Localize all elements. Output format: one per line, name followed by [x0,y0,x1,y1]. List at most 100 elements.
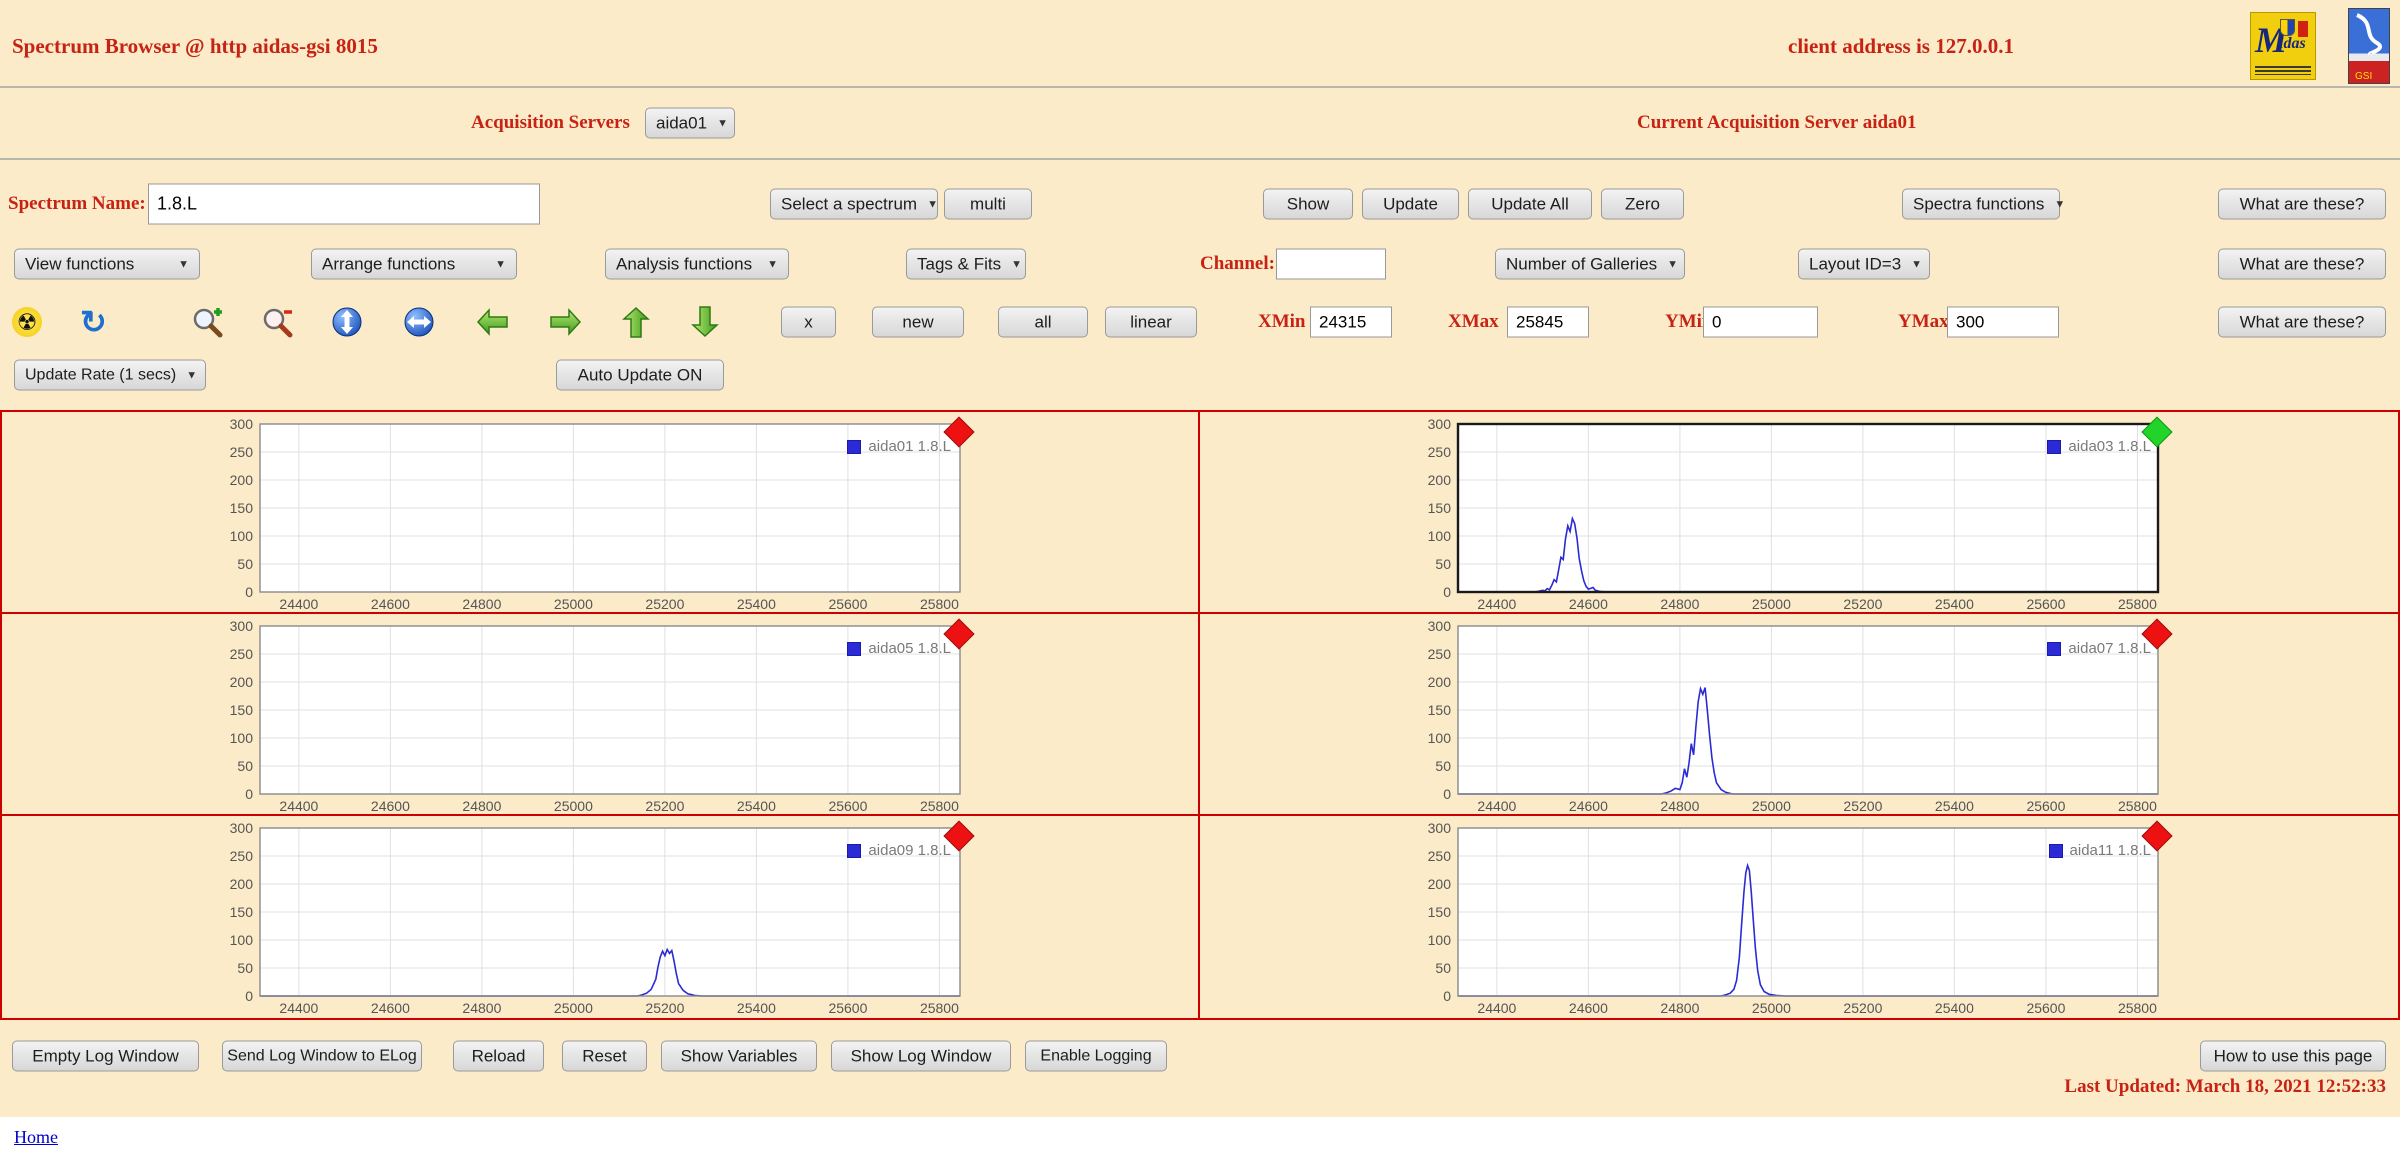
acquisition-server-select[interactable]: aida01 ▼ [645,107,735,139]
legend-swatch [847,439,862,454]
scroll-up-icon[interactable] [621,305,651,339]
divider [0,158,2400,160]
channel-label: Channel: [1200,253,1275,274]
home-link[interactable]: Home [14,1127,58,1148]
channel-input[interactable] [1276,248,1386,280]
svg-text:25400: 25400 [1935,596,1974,612]
svg-text:300: 300 [230,618,254,634]
tags-fits-dropdown[interactable]: Tags & Fits ▼ [906,248,1026,280]
layout-id-dropdown[interactable]: Layout ID=3 ▼ [1798,248,1930,280]
all-button[interactable]: all [998,306,1088,338]
plot-legend: aida07 1.8.L [2047,640,2151,657]
chevron-down-icon: ▼ [717,117,728,129]
reset-button[interactable]: Reset [562,1040,647,1072]
svg-text:0: 0 [1443,988,1451,1004]
spectrum-row: Spectrum Name: Select a spectrum ▼ multi… [0,180,2400,228]
x-button[interactable]: x [781,306,836,338]
bottom-strip: Home [0,1117,2400,1160]
svg-text:150: 150 [230,500,254,516]
auto-update-button[interactable]: Auto Update ON [556,359,724,391]
expand-horizontal-icon[interactable] [403,306,435,338]
gallery-cell-aida11[interactable]: 24400 24600 24800 25000 25200 25400 25600 25800… [1200,816,2398,1018]
ymax-label: YMax [1898,311,1949,332]
view-functions-dropdown[interactable]: View functions ▼ [14,248,200,280]
view-functions-label: View functions [25,254,135,273]
plot-legend: aida01 1.8.L [847,438,951,455]
enable-logging-button[interactable]: Enable Logging [1025,1040,1167,1072]
svg-text:24600: 24600 [1569,798,1608,814]
svg-text:25200: 25200 [1843,798,1882,814]
analysis-functions-dropdown[interactable]: Analysis functions ▼ [605,248,789,280]
radiation-icon[interactable]: ☢ [12,307,42,337]
expand-vertical-icon[interactable] [331,306,363,338]
svg-text:25800: 25800 [920,596,959,612]
fair-logo[interactable]: GSI [2348,8,2390,84]
multi-button[interactable]: multi [944,188,1032,220]
show-button[interactable]: Show [1263,188,1353,220]
midas-logo[interactable]: M idas [2250,12,2316,80]
xmin-input[interactable] [1310,306,1392,338]
analysis-functions-label: Analysis functions [616,254,753,273]
svg-text:24800: 24800 [1660,1000,1699,1016]
select-spectrum-dropdown[interactable]: Select a spectrum ▼ [770,188,938,220]
gallery-cell-aida07[interactable]: 24400 24600 24800 25000 25200 25400 25600 25800… [1200,614,2398,816]
new-button[interactable]: new [872,306,964,338]
svg-text:250: 250 [230,444,254,460]
svg-text:100: 100 [230,932,254,948]
legend-text: aida05 1.8.L [868,640,951,657]
scroll-down-icon[interactable] [690,305,720,339]
gallery-cell-aida03[interactable]: 24400 24600 24800 25000 25200 25400 25600 25800… [1200,412,2398,614]
chevron-down-icon: ▼ [2054,198,2066,210]
update-rate-dropdown[interactable]: Update Rate (1 secs) ▼ [14,359,206,391]
gallery-cell-aida01[interactable]: 24400 24600 24800 25000 25200 25400 25600 25800… [2,412,1200,614]
show-variables-button[interactable]: Show Variables [661,1040,817,1072]
svg-text:200: 200 [230,472,254,488]
show-log-window-button[interactable]: Show Log Window [831,1040,1011,1072]
reload-button[interactable]: Reload [453,1040,544,1072]
svg-text:100: 100 [230,730,254,746]
number-of-galleries-dropdown[interactable]: Number of Galleries ▼ [1495,248,1685,280]
xmax-label: XMax [1448,311,1499,332]
svg-text:250: 250 [1428,646,1452,662]
empty-log-window-button[interactable]: Empty Log Window [12,1040,199,1072]
update-button[interactable]: Update [1362,188,1459,220]
svg-text:200: 200 [1428,674,1452,690]
xmax-input[interactable] [1507,306,1589,338]
svg-text:0: 0 [1443,786,1451,802]
linear-button[interactable]: linear [1105,306,1197,338]
refresh-icon[interactable]: ↻ [80,306,107,338]
spectrum-name-input[interactable] [148,183,540,225]
svg-text:25600: 25600 [828,1000,867,1016]
ymax-input[interactable] [1947,306,2059,338]
svg-text:25000: 25000 [554,798,593,814]
svg-text:24600: 24600 [371,596,410,612]
gallery-cell-aida05[interactable]: 24400 24600 24800 25000 25200 25400 25600 25800… [2,614,1200,816]
footer-buttons-row: Empty Log Window Send Log Window to ELog… [0,1040,2400,1072]
update-all-button[interactable]: Update All [1468,188,1592,220]
what-are-these-button-1[interactable]: What are these? [2218,188,2386,220]
spectrum-browser-page: Spectrum Browser @ http aidas-gsi 8015 c… [0,0,2400,1160]
spectra-functions-dropdown[interactable]: Spectra functions ▼ [1902,188,2065,220]
svg-text:24600: 24600 [1569,596,1608,612]
what-are-these-button-3[interactable]: What are these? [2218,306,2386,338]
scroll-left-icon[interactable] [475,307,509,337]
zoom-out-icon[interactable] [260,305,294,339]
chevron-down-icon: ▼ [767,258,778,270]
arrange-functions-dropdown[interactable]: Arrange functions ▼ [311,248,517,280]
ymin-input[interactable] [1703,306,1818,338]
svg-text:25000: 25000 [1752,798,1791,814]
svg-text:300: 300 [1428,416,1452,432]
acquisition-servers-label: Acquisition Servers [471,112,630,133]
svg-text:24800: 24800 [1660,596,1699,612]
how-to-use-button[interactable]: How to use this page [2200,1040,2386,1072]
svg-text:50: 50 [1435,758,1451,774]
zoom-in-icon[interactable] [190,305,224,339]
svg-text:100: 100 [1428,528,1452,544]
scroll-right-icon[interactable] [549,307,583,337]
gallery-cell-aida09[interactable]: 24400 24600 24800 25000 25200 25400 25600 25800… [2,816,1200,1018]
last-updated-text: Last Updated: March 18, 2021 12:52:33 [2064,1076,2386,1097]
send-log-to-elog-button[interactable]: Send Log Window to ELog [222,1040,422,1072]
what-are-these-button-2[interactable]: What are these? [2218,248,2386,280]
zero-button[interactable]: Zero [1601,188,1684,220]
svg-text:24400: 24400 [1477,596,1516,612]
